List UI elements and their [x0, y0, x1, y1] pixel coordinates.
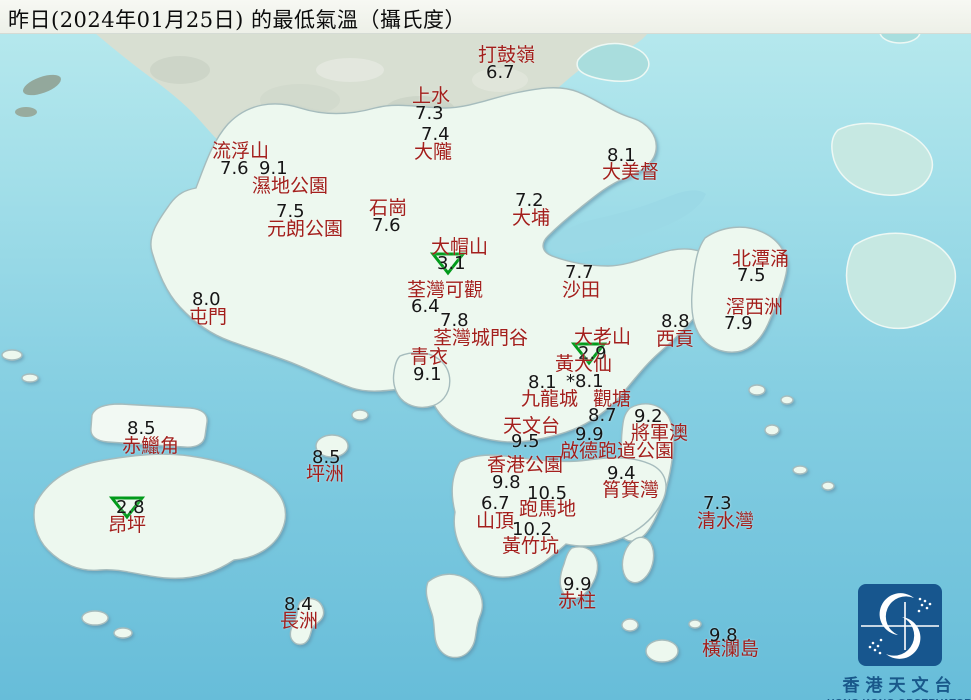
station-value: 2.8 — [116, 497, 145, 518]
station-label: 濕地公園 — [252, 175, 329, 197]
station-label: 大隴 — [414, 141, 453, 163]
islet-po-toi — [645, 639, 679, 663]
islet — [621, 618, 639, 632]
islet — [1, 349, 23, 361]
hko-logo-chinese: 香港天文台 — [842, 676, 958, 696]
station-value: 9.1 — [259, 158, 288, 179]
station-value: 7.6 — [220, 158, 249, 179]
station-value: 6.7 — [481, 493, 510, 514]
station-value: 8.5 — [312, 447, 341, 468]
station-label: 沙田 — [562, 279, 601, 301]
station-value: 6.7 — [486, 62, 515, 83]
station-value: 9.1 — [413, 364, 442, 385]
station-value: 8.4 — [284, 594, 313, 615]
hong-kong-map — [0, 0, 971, 700]
hko-emblem-icon — [858, 584, 942, 666]
station-value: 8.1 — [607, 145, 636, 166]
station-value: 7.3 — [703, 493, 732, 514]
deep-bay-islet — [15, 107, 37, 117]
station-value: 7.3 — [415, 103, 444, 124]
islet — [351, 409, 369, 421]
station-value: 9.2 — [634, 406, 663, 427]
station-value: 9.8 — [492, 472, 521, 493]
islet — [821, 481, 835, 491]
islet — [792, 465, 808, 475]
station-value: 9.9 — [575, 424, 604, 445]
station-value: 7.4 — [421, 124, 450, 145]
islet — [780, 395, 794, 405]
station-value: 8.7 — [588, 405, 617, 426]
station-label: 昂坪 — [108, 514, 147, 536]
station-label: 西貢 — [656, 328, 695, 350]
page-title: 昨日(2024年01月25日) 的最低氣溫（攝氏度） — [8, 8, 466, 32]
station-value: 8.5 — [127, 418, 156, 439]
min-temperature-map-screen: 昨日(2024年01月25日) 的最低氣溫（攝氏度） 打鼓嶺 6.7 上水 7.3 大隴… — [0, 0, 971, 700]
station-value: 8.0 — [192, 289, 221, 310]
station-value: 9.4 — [607, 463, 636, 484]
station-value: 7.7 — [565, 262, 594, 283]
station-value: 3.1 — [437, 253, 466, 274]
station-label: 大埔 — [512, 207, 551, 229]
islet — [113, 627, 133, 639]
station-value: 9.9 — [563, 574, 592, 595]
station-value: 6.4 — [411, 296, 440, 317]
station-label: 赤鱲角 — [122, 435, 180, 457]
title-band: 昨日(2024年01月25日) 的最低氣溫（攝氏度） — [0, 0, 971, 34]
station-label: 元朗公園 — [267, 218, 344, 240]
station-value: 7.5 — [737, 265, 766, 286]
station-value: 7.8 — [440, 310, 469, 331]
hko-logo: 香港天文台 HONG KONG OBSERVATORY — [827, 584, 971, 700]
islet — [764, 424, 780, 436]
islet — [81, 610, 109, 626]
station-label: 山頂 — [476, 510, 515, 532]
station-value: 7.9 — [724, 313, 753, 334]
station-value: 9.8 — [709, 625, 738, 646]
station-value: 7.6 — [372, 215, 401, 236]
station-value: 10.2 — [512, 519, 553, 540]
station-value: 10.5 — [527, 483, 568, 504]
islet — [21, 373, 39, 383]
islet-waglan — [688, 619, 702, 629]
station-label: 清水灣 — [697, 510, 755, 532]
station-value: 8.1 — [528, 372, 557, 393]
station-value: 9.5 — [511, 431, 540, 452]
station-label: 屯門 — [189, 306, 228, 328]
station-value: 7.2 — [515, 190, 544, 211]
islet — [748, 384, 766, 396]
station-value: 8.8 — [661, 311, 690, 332]
station-value: 7.5 — [276, 201, 305, 222]
